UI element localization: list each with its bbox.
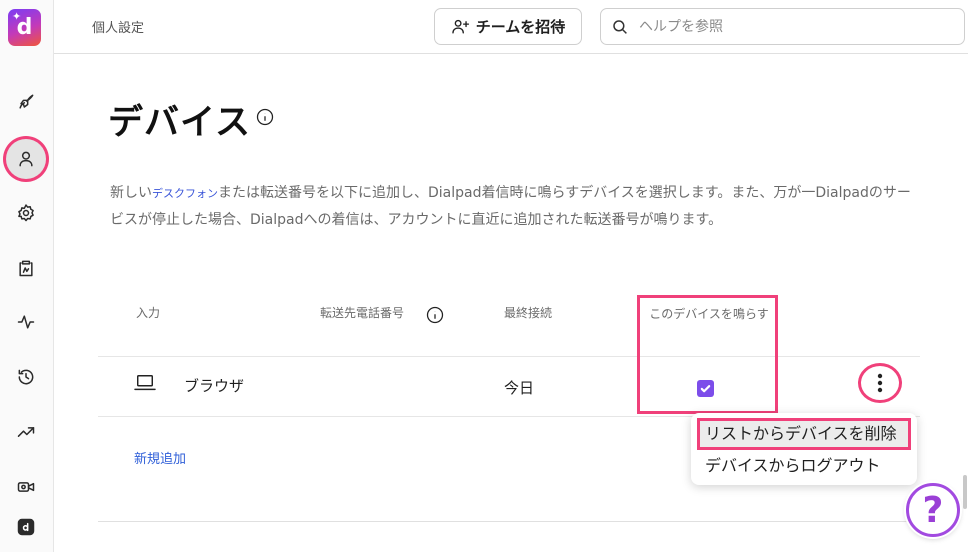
menu-item-remove-device[interactable]: リストからデバイスを削除 bbox=[697, 418, 911, 450]
add-person-icon bbox=[452, 19, 469, 34]
history-icon[interactable] bbox=[8, 359, 44, 395]
top-header: 個人設定 チームを招待 bbox=[54, 0, 968, 54]
table-divider bbox=[98, 356, 920, 357]
dialpad-app-icon[interactable] bbox=[8, 509, 44, 545]
invite-team-label: チームを招待 bbox=[475, 18, 566, 36]
section-divider bbox=[98, 521, 920, 522]
desk-phone-link[interactable]: デスクフォン bbox=[152, 187, 218, 200]
description-prefix: 新しい bbox=[110, 185, 152, 201]
device-name: ブラウザ bbox=[184, 377, 245, 395]
clipboard-icon[interactable] bbox=[8, 250, 44, 286]
laptop-icon bbox=[134, 373, 156, 393]
scrollbar-thumb[interactable] bbox=[963, 475, 967, 509]
description-suffix: または転送番号を以下に追加し、Dialpad着信時に鳴らすデバイスを選択します。… bbox=[110, 185, 911, 228]
column-header-input: 入力 bbox=[136, 306, 161, 320]
info-icon[interactable] bbox=[256, 108, 274, 126]
help-button[interactable]: ? bbox=[906, 483, 960, 537]
page-title: デバイス bbox=[108, 103, 251, 143]
app-root: ✦ d 個人設定 チームを招待 ヘルプを参照 デバイス 新しいデスクフォンまたは… bbox=[0, 0, 968, 552]
page-description: 新しいデスクフォンまたは転送番号を以下に追加し、Dialpad着信時に鳴らすデバ… bbox=[110, 180, 922, 233]
help-search[interactable] bbox=[600, 8, 965, 45]
sidebar: ✦ d bbox=[0, 0, 54, 552]
column-header-last-connected: 最終接続 bbox=[504, 306, 553, 320]
search-icon bbox=[613, 19, 627, 34]
activity-icon[interactable] bbox=[8, 304, 44, 340]
gear-icon[interactable] bbox=[8, 195, 44, 231]
info-icon[interactable] bbox=[426, 306, 444, 324]
person-icon[interactable] bbox=[6, 139, 46, 179]
invite-team-button[interactable]: チームを招待 bbox=[434, 8, 582, 45]
dialpad-logo[interactable]: ✦ d bbox=[8, 9, 41, 46]
sparkle-icon: ✦ bbox=[12, 10, 22, 23]
trending-icon[interactable] bbox=[8, 414, 44, 450]
column-header-forward-number: 転送先電話番号 bbox=[320, 306, 405, 320]
menu-item-logout-device[interactable]: デバイスからログアウト bbox=[697, 450, 911, 482]
device-options-menu: リストからデバイスを削除 デバイスからログアウト bbox=[691, 413, 917, 485]
add-new-link[interactable]: 新規追加 bbox=[134, 448, 186, 467]
ring-column-highlight bbox=[637, 295, 778, 414]
last-connected: 今日 bbox=[504, 379, 535, 397]
more-options-button[interactable] bbox=[858, 363, 902, 403]
breadcrumb[interactable]: 個人設定 bbox=[92, 17, 144, 36]
rocket-icon[interactable] bbox=[8, 84, 44, 120]
kebab-menu-icon bbox=[877, 373, 883, 393]
help-search-input[interactable] bbox=[639, 18, 939, 35]
video-icon[interactable] bbox=[8, 469, 44, 505]
